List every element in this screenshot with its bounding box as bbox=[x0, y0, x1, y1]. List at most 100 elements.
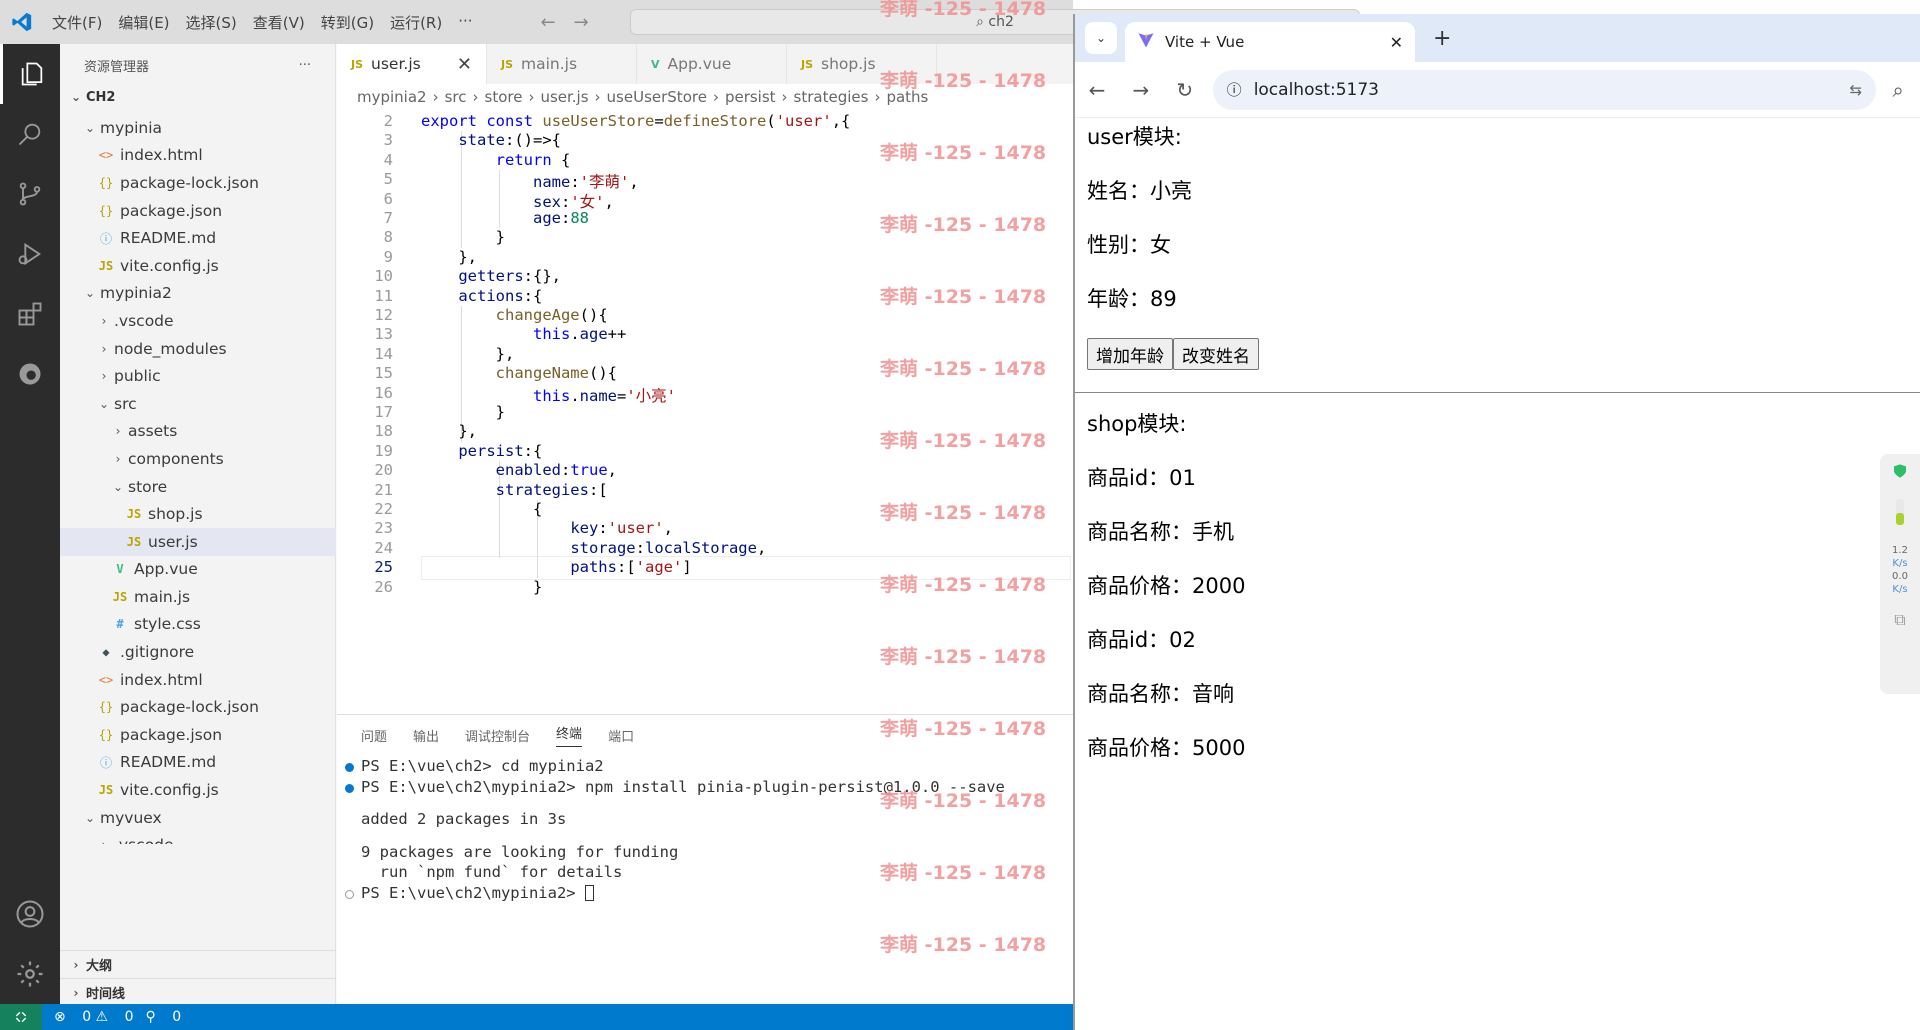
code-editor[interactable]: 2 export const useUserStore=defineStore('… bbox=[337, 112, 1073, 712]
file-label: user.js bbox=[148, 532, 198, 551]
file-item[interactable]: {} package-lock.json bbox=[60, 693, 336, 721]
outline-section[interactable]: › 大纲 bbox=[60, 950, 336, 978]
search-icon[interactable] bbox=[0, 104, 60, 164]
terminal-text: run `npm fund` for details bbox=[361, 863, 623, 881]
panel-tab[interactable]: 终端 bbox=[556, 723, 583, 747]
account-icon[interactable] bbox=[0, 884, 60, 944]
editor-tab[interactable]: JS user.js ✕ bbox=[337, 44, 487, 84]
file-item[interactable]: JS shop.js bbox=[60, 500, 336, 528]
line-number: 18 bbox=[374, 422, 393, 441]
folder-item[interactable]: ›.vscode bbox=[60, 831, 336, 844]
workspace-header[interactable]: ⌄ CH2 bbox=[60, 86, 335, 108]
settings-gear-icon[interactable] bbox=[0, 944, 60, 1004]
forward-arrow-icon[interactable]: → bbox=[574, 12, 589, 33]
problems-status[interactable]: ⊗ 0 ⚠ 0 bbox=[54, 1009, 133, 1025]
file-item[interactable]: JS vite.config.js bbox=[60, 776, 336, 804]
file-tree: ⌄ mypinia <> index.html{} package-lock.json{… bbox=[60, 114, 336, 844]
file-item[interactable]: ⓘ README.md bbox=[60, 224, 336, 252]
remote-icon[interactable] bbox=[0, 1004, 42, 1030]
menu-item[interactable]: 运行(R) bbox=[382, 12, 450, 33]
close-tab-icon[interactable]: ✕ bbox=[1390, 33, 1403, 52]
file-item[interactable]: ◆ .gitignore bbox=[60, 638, 336, 666]
breadcrumb-item[interactable]: src bbox=[445, 88, 467, 106]
new-tab-button[interactable]: + bbox=[1433, 26, 1451, 51]
panel-tab[interactable]: 端口 bbox=[608, 726, 634, 745]
vue-file-icon: V bbox=[651, 57, 660, 71]
close-icon[interactable]: ✕ bbox=[457, 54, 472, 75]
increase-age-button[interactable]: 增加年龄 bbox=[1087, 338, 1173, 370]
panel-tab[interactable]: 输出 bbox=[413, 726, 439, 745]
extensions-icon[interactable] bbox=[0, 284, 60, 344]
breadcrumb-item[interactable]: persist bbox=[725, 88, 776, 106]
breadcrumb-item[interactable]: strategies bbox=[794, 88, 869, 106]
shop-item-text: 商品id：01 bbox=[1087, 466, 1196, 490]
browser-tab[interactable]: Vite + Vue ✕ bbox=[1125, 22, 1415, 62]
more-actions-icon[interactable]: ··· bbox=[299, 58, 311, 73]
chevron-right-icon: › bbox=[472, 88, 479, 106]
ports-status[interactable]: ⚲ 0 bbox=[145, 1009, 181, 1025]
menu-item[interactable]: 选择(S) bbox=[178, 12, 245, 33]
folder-item[interactable]: ⌄ myvuex bbox=[60, 804, 336, 832]
breadcrumb-item[interactable]: user.js bbox=[540, 88, 588, 106]
folder-item[interactable]: ⌄ mypinia bbox=[60, 114, 336, 142]
menu-item[interactable]: 转到(G) bbox=[313, 12, 382, 33]
watermark-text: 李萌 -125 - 1478 bbox=[880, 502, 1047, 524]
file-item[interactable]: {} package.json bbox=[60, 197, 336, 225]
folder-item[interactable]: › components bbox=[60, 445, 336, 473]
menu-item[interactable]: ··· bbox=[450, 12, 480, 33]
back-arrow-icon[interactable]: ← bbox=[541, 12, 556, 33]
browser-tab-title: Vite + Vue bbox=[1165, 33, 1245, 51]
chevron-down-icon: ⌄ bbox=[84, 810, 96, 825]
user-age-text: 年龄：89 bbox=[1087, 287, 1177, 311]
folder-item[interactable]: › assets bbox=[60, 418, 336, 446]
file-item[interactable]: # style.css bbox=[60, 611, 336, 639]
css-file-icon: # bbox=[116, 617, 124, 632]
panel-tab[interactable]: 问题 bbox=[361, 726, 387, 745]
file-item[interactable]: V App.vue bbox=[60, 556, 336, 584]
crop-icon[interactable]: ⧉ bbox=[1894, 610, 1905, 630]
tab-search-dropdown-icon[interactable]: ⌄ bbox=[1085, 22, 1117, 54]
file-item[interactable]: {} package.json bbox=[60, 721, 336, 749]
editor-tab[interactable]: JS main.js bbox=[487, 44, 637, 84]
back-icon[interactable]: ← bbox=[1075, 78, 1119, 102]
site-info-icon[interactable]: ⓘ bbox=[1227, 79, 1242, 100]
folder-item[interactable]: ⌄ mypinia2 bbox=[60, 280, 336, 308]
change-name-button[interactable]: 改变姓名 bbox=[1173, 338, 1259, 370]
run-debug-icon[interactable] bbox=[0, 224, 60, 284]
file-item[interactable]: <> index.html bbox=[60, 142, 336, 170]
editor-tab[interactable]: V App.vue bbox=[637, 44, 787, 84]
menu-item[interactable]: 编辑(E) bbox=[110, 12, 177, 33]
forward-icon[interactable]: → bbox=[1119, 78, 1163, 102]
code-line: }, bbox=[421, 247, 477, 266]
folder-item[interactable]: ›.vscode bbox=[60, 307, 336, 335]
file-item[interactable]: {} package-lock.json bbox=[60, 169, 336, 197]
file-item[interactable]: JS main.js bbox=[60, 583, 336, 611]
folder-item[interactable]: ⌄ store bbox=[60, 473, 336, 501]
status-bar: ⊗ 0 ⚠ 0 ⚲ 0 bbox=[0, 1004, 1073, 1030]
file-item[interactable]: JS vite.config.js bbox=[60, 252, 336, 280]
menu-item[interactable]: 查看(V) bbox=[245, 12, 313, 33]
folder-item[interactable]: › public bbox=[60, 362, 336, 390]
breadcrumb-item[interactable]: mypinia2 bbox=[357, 88, 427, 106]
menu-item[interactable]: 文件(F) bbox=[44, 12, 110, 33]
breadcrumb-item[interactable]: useUserStore bbox=[607, 88, 707, 106]
address-bar[interactable]: ⓘ localhost:5173 ⇆ bbox=[1212, 69, 1877, 110]
file-item[interactable]: JS user.js bbox=[60, 527, 336, 556]
folder-item[interactable]: › node_modules bbox=[60, 335, 336, 363]
explorer-icon[interactable] bbox=[0, 44, 60, 104]
zoom-icon[interactable]: ⌕ bbox=[1876, 78, 1920, 102]
reload-icon[interactable]: ↻ bbox=[1163, 78, 1207, 102]
code-line: age:88 bbox=[532, 209, 589, 227]
source-control-icon[interactable] bbox=[0, 164, 60, 224]
file-item[interactable]: <> index.html bbox=[60, 666, 336, 694]
edge-devtools-icon[interactable] bbox=[0, 344, 60, 404]
translate-icon[interactable]: ⇆ bbox=[1850, 81, 1863, 99]
shield-icon[interactable] bbox=[1892, 462, 1908, 483]
file-item[interactable]: ⓘ README.md bbox=[60, 749, 336, 777]
timeline-section[interactable]: › 时间线 bbox=[60, 978, 336, 1006]
chevron-right-icon: › bbox=[73, 957, 79, 972]
terminal-text: PS E:\vue\ch2\mypinia2> bbox=[361, 883, 585, 902]
breadcrumb-item[interactable]: store bbox=[485, 88, 523, 106]
panel-tab[interactable]: 调试控制台 bbox=[465, 726, 530, 745]
folder-item[interactable]: ⌄ src bbox=[60, 390, 336, 418]
